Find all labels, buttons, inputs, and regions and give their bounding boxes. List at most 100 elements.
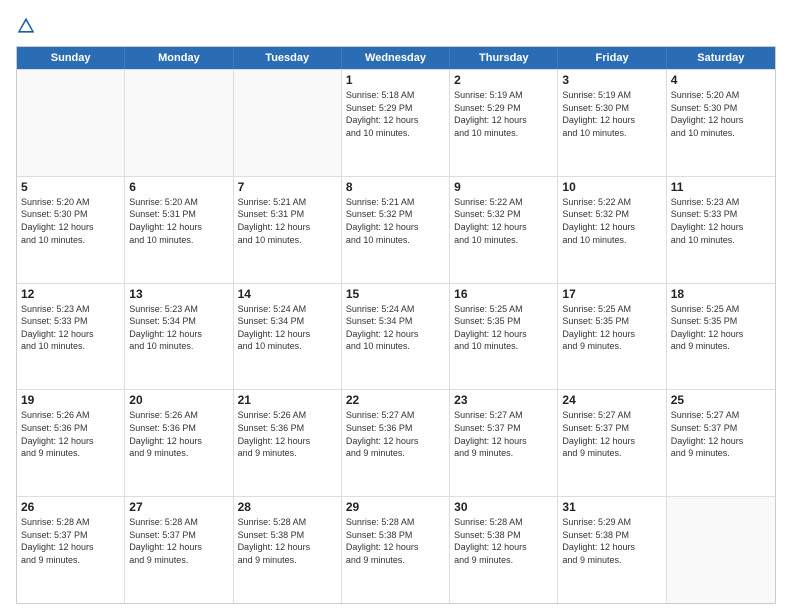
cal-cell-empty	[234, 70, 342, 176]
cal-cell: 16 Sunrise: 5:25 AM Sunset: 5:35 PM Dayli…	[450, 284, 558, 390]
day-number: 10	[562, 180, 661, 194]
day-info: Sunrise: 5:20 AM Sunset: 5:30 PM Dayligh…	[671, 89, 771, 139]
day-number: 1	[346, 73, 445, 87]
cal-cell: 21 Sunrise: 5:26 AM Sunset: 5:36 PM Dayli…	[234, 390, 342, 496]
day-info: Sunrise: 5:19 AM Sunset: 5:30 PM Dayligh…	[562, 89, 661, 139]
day-info: Sunrise: 5:20 AM Sunset: 5:30 PM Dayligh…	[21, 196, 120, 246]
day-number: 16	[454, 287, 553, 301]
cal-header-cell: Monday	[125, 47, 233, 69]
cal-cell: 27 Sunrise: 5:28 AM Sunset: 5:37 PM Dayli…	[125, 497, 233, 603]
day-number: 12	[21, 287, 120, 301]
cal-cell: 3 Sunrise: 5:19 AM Sunset: 5:30 PM Daylig…	[558, 70, 666, 176]
cal-cell: 23 Sunrise: 5:27 AM Sunset: 5:37 PM Dayli…	[450, 390, 558, 496]
day-number: 28	[238, 500, 337, 514]
day-info: Sunrise: 5:27 AM Sunset: 5:36 PM Dayligh…	[346, 409, 445, 459]
calendar-body: 1 Sunrise: 5:18 AM Sunset: 5:29 PM Daylig…	[17, 69, 775, 603]
cal-cell: 26 Sunrise: 5:28 AM Sunset: 5:37 PM Dayli…	[17, 497, 125, 603]
day-number: 7	[238, 180, 337, 194]
cal-cell: 18 Sunrise: 5:25 AM Sunset: 5:35 PM Dayli…	[667, 284, 775, 390]
cal-cell: 30Sunrise: 5:28 AM Sunset: 5:38 PM Dayli…	[450, 497, 558, 603]
day-number: 18	[671, 287, 771, 301]
day-number: 27	[129, 500, 228, 514]
cal-cell: 15Sunrise: 5:24 AM Sunset: 5:34 PM Dayli…	[342, 284, 450, 390]
day-number: 26	[21, 500, 120, 514]
day-number: 22	[346, 393, 445, 407]
calendar-header-row: SundayMondayTuesdayWednesdayThursdayFrid…	[17, 47, 775, 69]
day-number: 11	[671, 180, 771, 194]
day-number: 13	[129, 287, 228, 301]
day-number: 8	[346, 180, 445, 194]
day-info: Sunrise: 5:27 AM Sunset: 5:37 PM Dayligh…	[454, 409, 553, 459]
cal-week: 1 Sunrise: 5:18 AM Sunset: 5:29 PM Daylig…	[17, 69, 775, 176]
day-info: Sunrise: 5:23 AM Sunset: 5:33 PM Dayligh…	[21, 303, 120, 353]
cal-cell-empty	[667, 497, 775, 603]
cal-cell: 29Sunrise: 5:28 AM Sunset: 5:38 PM Dayli…	[342, 497, 450, 603]
day-info: Sunrise: 5:25 AM Sunset: 5:35 PM Dayligh…	[671, 303, 771, 353]
day-info: Sunrise: 5:21 AM Sunset: 5:32 PM Dayligh…	[346, 196, 445, 246]
day-info: Sunrise: 5:25 AM Sunset: 5:35 PM Dayligh…	[562, 303, 661, 353]
day-info: Sunrise: 5:19 AM Sunset: 5:29 PM Dayligh…	[454, 89, 553, 139]
header	[16, 16, 776, 36]
day-info: Sunrise: 5:27 AM Sunset: 5:37 PM Dayligh…	[562, 409, 661, 459]
day-number: 6	[129, 180, 228, 194]
logo	[16, 16, 40, 36]
day-info: Sunrise: 5:28 AM Sunset: 5:38 PM Dayligh…	[346, 516, 445, 566]
day-info: Sunrise: 5:26 AM Sunset: 5:36 PM Dayligh…	[21, 409, 120, 459]
cal-week: 5 Sunrise: 5:20 AM Sunset: 5:30 PM Daylig…	[17, 176, 775, 283]
day-info: Sunrise: 5:23 AM Sunset: 5:33 PM Dayligh…	[671, 196, 771, 246]
day-info: Sunrise: 5:22 AM Sunset: 5:32 PM Dayligh…	[454, 196, 553, 246]
day-info: Sunrise: 5:28 AM Sunset: 5:37 PM Dayligh…	[129, 516, 228, 566]
day-info: Sunrise: 5:25 AM Sunset: 5:35 PM Dayligh…	[454, 303, 553, 353]
day-info: Sunrise: 5:22 AM Sunset: 5:32 PM Dayligh…	[562, 196, 661, 246]
cal-cell: 19 Sunrise: 5:26 AM Sunset: 5:36 PM Dayli…	[17, 390, 125, 496]
day-info: Sunrise: 5:26 AM Sunset: 5:36 PM Dayligh…	[238, 409, 337, 459]
day-number: 20	[129, 393, 228, 407]
day-number: 21	[238, 393, 337, 407]
cal-cell: 28 Sunrise: 5:28 AM Sunset: 5:38 PM Dayli…	[234, 497, 342, 603]
cal-header-cell: Wednesday	[342, 47, 450, 69]
cal-cell: 1 Sunrise: 5:18 AM Sunset: 5:29 PM Daylig…	[342, 70, 450, 176]
cal-week: 26 Sunrise: 5:28 AM Sunset: 5:37 PM Dayli…	[17, 496, 775, 603]
cal-cell: 17 Sunrise: 5:25 AM Sunset: 5:35 PM Dayli…	[558, 284, 666, 390]
day-number: 23	[454, 393, 553, 407]
day-info: Sunrise: 5:28 AM Sunset: 5:38 PM Dayligh…	[454, 516, 553, 566]
day-info: Sunrise: 5:24 AM Sunset: 5:34 PM Dayligh…	[238, 303, 337, 353]
cal-cell: 11 Sunrise: 5:23 AM Sunset: 5:33 PM Dayli…	[667, 177, 775, 283]
day-info: Sunrise: 5:18 AM Sunset: 5:29 PM Dayligh…	[346, 89, 445, 139]
day-number: 9	[454, 180, 553, 194]
cal-header-cell: Saturday	[667, 47, 775, 69]
day-number: 3	[562, 73, 661, 87]
day-info: Sunrise: 5:23 AM Sunset: 5:34 PM Dayligh…	[129, 303, 228, 353]
day-number: 4	[671, 73, 771, 87]
cal-cell: 25Sunrise: 5:27 AM Sunset: 5:37 PM Dayli…	[667, 390, 775, 496]
day-info: Sunrise: 5:28 AM Sunset: 5:38 PM Dayligh…	[238, 516, 337, 566]
day-info: Sunrise: 5:29 AM Sunset: 5:38 PM Dayligh…	[562, 516, 661, 566]
cal-cell: 8 Sunrise: 5:21 AM Sunset: 5:32 PM Daylig…	[342, 177, 450, 283]
day-number: 17	[562, 287, 661, 301]
day-number: 19	[21, 393, 120, 407]
cal-cell: 20 Sunrise: 5:26 AM Sunset: 5:36 PM Dayli…	[125, 390, 233, 496]
day-number: 15	[346, 287, 445, 301]
day-number: 24	[562, 393, 661, 407]
cal-cell: 10 Sunrise: 5:22 AM Sunset: 5:32 PM Dayli…	[558, 177, 666, 283]
day-info: Sunrise: 5:28 AM Sunset: 5:37 PM Dayligh…	[21, 516, 120, 566]
cal-cell: 4 Sunrise: 5:20 AM Sunset: 5:30 PM Daylig…	[667, 70, 775, 176]
cal-cell: 14 Sunrise: 5:24 AM Sunset: 5:34 PM Dayli…	[234, 284, 342, 390]
cal-cell: 31 Sunrise: 5:29 AM Sunset: 5:38 PM Dayli…	[558, 497, 666, 603]
day-number: 5	[21, 180, 120, 194]
cal-week: 12 Sunrise: 5:23 AM Sunset: 5:33 PM Dayli…	[17, 283, 775, 390]
cal-cell: 12 Sunrise: 5:23 AM Sunset: 5:33 PM Dayli…	[17, 284, 125, 390]
cal-cell: 6 Sunrise: 5:20 AM Sunset: 5:31 PM Daylig…	[125, 177, 233, 283]
cal-cell: 24 Sunrise: 5:27 AM Sunset: 5:37 PM Dayli…	[558, 390, 666, 496]
cal-cell-empty	[17, 70, 125, 176]
day-number: 14	[238, 287, 337, 301]
cal-cell: 7Sunrise: 5:21 AM Sunset: 5:31 PM Daylig…	[234, 177, 342, 283]
day-number: 2	[454, 73, 553, 87]
day-number: 31	[562, 500, 661, 514]
cal-cell: 2 Sunrise: 5:19 AM Sunset: 5:29 PM Daylig…	[450, 70, 558, 176]
cal-cell: 13 Sunrise: 5:23 AM Sunset: 5:34 PM Dayli…	[125, 284, 233, 390]
day-info: Sunrise: 5:26 AM Sunset: 5:36 PM Dayligh…	[129, 409, 228, 459]
day-info: Sunrise: 5:27 AM Sunset: 5:37 PM Dayligh…	[671, 409, 771, 459]
day-info: Sunrise: 5:20 AM Sunset: 5:31 PM Dayligh…	[129, 196, 228, 246]
cal-cell: 22 Sunrise: 5:27 AM Sunset: 5:36 PM Dayli…	[342, 390, 450, 496]
